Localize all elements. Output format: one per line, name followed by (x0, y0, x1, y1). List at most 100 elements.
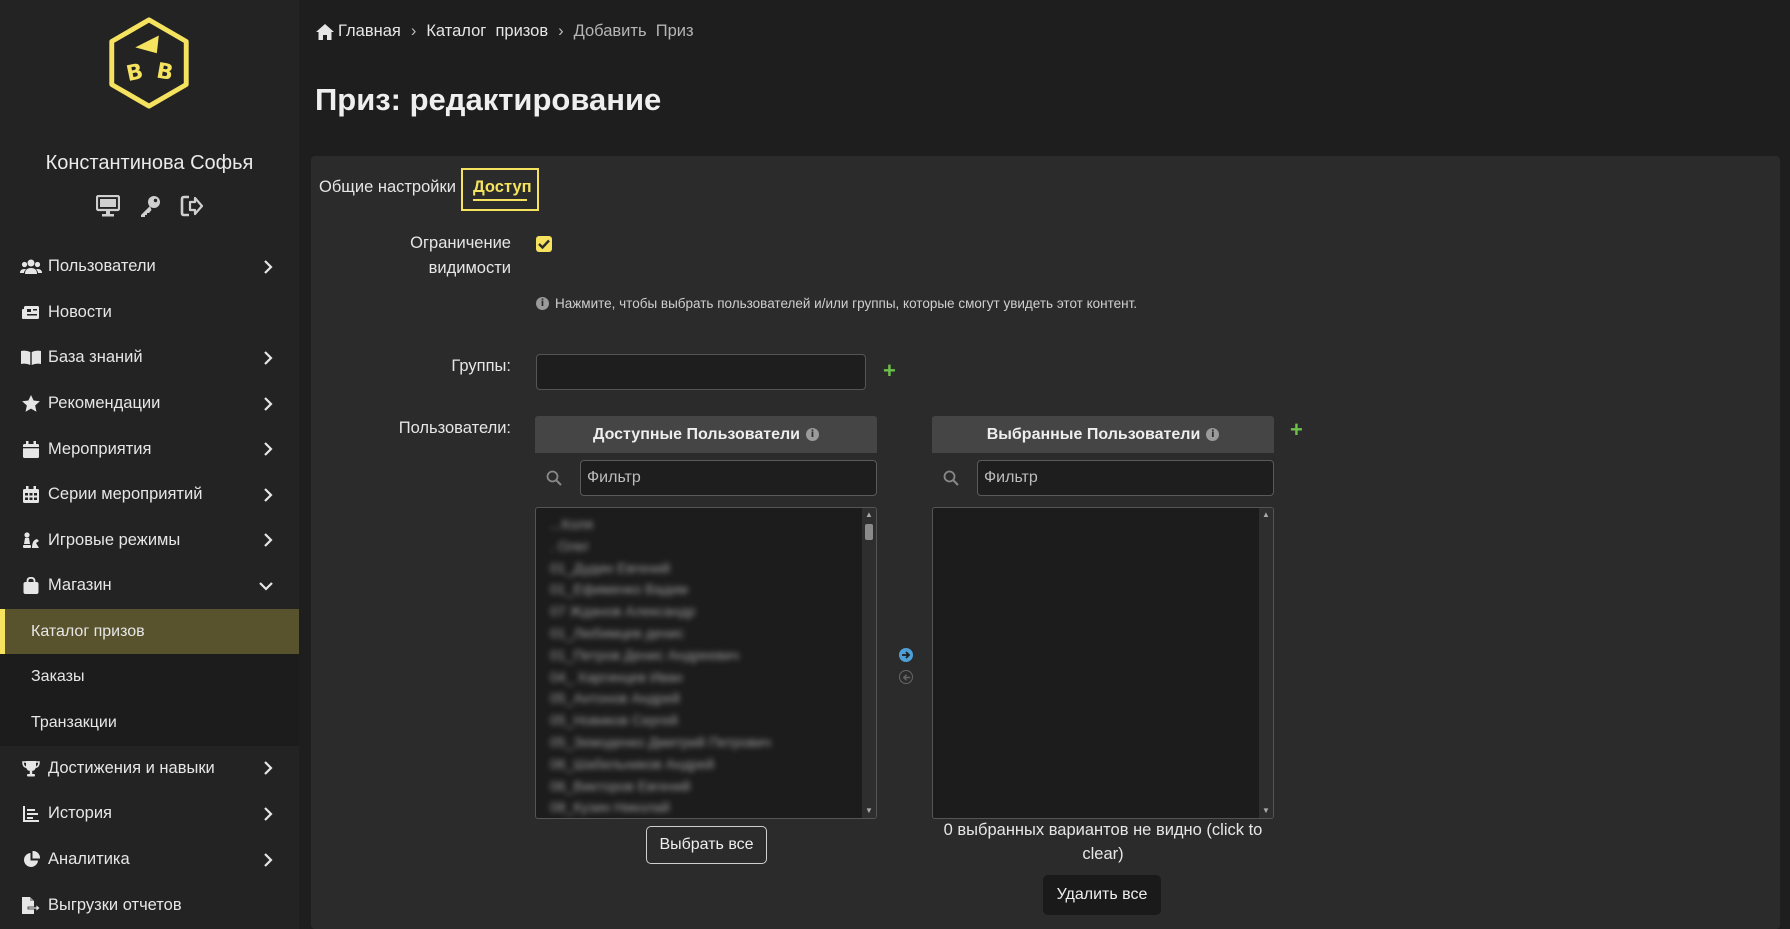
hidden-selection-info[interactable]: 0 выбранных вариантов не видно (click to… (932, 818, 1274, 866)
calendar-grid-icon (20, 486, 42, 504)
shopping-bag-icon (20, 577, 42, 595)
available-users-list[interactable]: ...Коля. Олег 01_Дудин Евгений 01_Ефименко… (535, 507, 877, 819)
nav-item-event-series[interactable]: Серии мероприятий (0, 472, 299, 518)
breadcrumb-current: Добавить Приз (573, 22, 694, 40)
list-item[interactable]: 05_Антонов Андрей (550, 688, 862, 710)
nav-item-recommendations[interactable]: Рекомендации (0, 381, 299, 427)
sidebar-item-orders[interactable]: Заказы (0, 654, 299, 700)
nav-label-analytics: Аналитика (48, 850, 130, 869)
star-icon (20, 395, 42, 413)
breadcrumb-separator: › (558, 22, 564, 40)
available-filter-input[interactable] (580, 460, 877, 496)
svg-text:B: B (155, 58, 176, 85)
chevron-right-icon (263, 260, 273, 274)
nav-label-history: История (48, 804, 112, 823)
nav-label-achievements: Достижения и навыки (48, 758, 215, 777)
nav-item-users[interactable]: Пользователи (0, 244, 299, 290)
selected-users-list[interactable]: ▲ ▼ (932, 507, 1274, 819)
nav-label-event-series: Серии мероприятий (48, 485, 203, 504)
move-left-icon[interactable] (899, 670, 913, 684)
groups-input[interactable] (536, 354, 866, 390)
list-item[interactable]: 01_Ефименко Вадим (550, 579, 862, 601)
scroll-up-icon[interactable]: ▲ (862, 508, 876, 522)
breadcrumb-catalog[interactable]: Каталог призов (426, 22, 548, 41)
user-actions (0, 193, 299, 219)
move-right-icon[interactable] (899, 648, 913, 662)
sidebar-item-prize-catalog[interactable]: Каталог призов (0, 608, 299, 655)
add-group-plus-icon[interactable]: + (883, 360, 896, 382)
visibility-checkbox[interactable] (536, 236, 552, 252)
nav-item-news[interactable]: Новости (0, 290, 299, 336)
list-item[interactable]: 01_Любимцев денис (550, 623, 862, 645)
list-item[interactable]: 06_Шабельников Андрей (550, 754, 862, 776)
chevron-right-icon (263, 807, 273, 821)
select-all-button[interactable]: Выбрать все (646, 826, 767, 864)
breadcrumb-home[interactable]: Главная (338, 22, 401, 41)
nav-label-users: Пользователи (48, 257, 156, 276)
users-icon (20, 258, 42, 276)
list-item[interactable]: . Олег (550, 536, 862, 558)
sidebar-item-transactions[interactable]: Транзакции (0, 700, 299, 746)
book-icon (20, 349, 42, 367)
visibility-label: Ограничение видимости (311, 231, 511, 281)
nav-label-prize-catalog: Каталог призов (31, 622, 145, 640)
selected-filter-input[interactable] (977, 460, 1274, 496)
chart-line-icon (20, 805, 42, 823)
list-item[interactable]: 05_Новиков Сергей (550, 710, 862, 732)
list-item[interactable]: 06_Викторов Евгений (550, 776, 862, 798)
nav-item-analytics[interactable]: Аналитика (0, 837, 299, 883)
monitor-icon[interactable] (95, 193, 121, 219)
chevron-right-icon (263, 396, 273, 411)
list-item[interactable]: 04_ Харгинцев Иван (550, 667, 862, 689)
edit-panel: Общие настройки Доступ Ограничение видим… (311, 156, 1780, 929)
nav-label-orders: Заказы (31, 668, 85, 686)
scroll-up-icon[interactable]: ▲ (1259, 508, 1273, 522)
users-label: Пользователи: (398, 419, 511, 437)
chess-icon (20, 531, 42, 549)
list-item[interactable]: 07 Жданов Александр (550, 601, 862, 623)
scrollbar[interactable]: ▲ ▼ (1259, 508, 1273, 818)
nav-item-game-modes[interactable]: Игровые режимы (0, 518, 299, 564)
pie-chart-icon (20, 851, 42, 869)
tab-access[interactable]: Доступ (460, 168, 539, 211)
check-icon (538, 239, 550, 249)
nav-item-history[interactable]: История (0, 791, 299, 837)
scroll-down-icon[interactable]: ▼ (862, 804, 876, 818)
nav-item-knowledge[interactable]: База знаний (0, 335, 299, 381)
logout-icon[interactable] (179, 193, 205, 219)
list-item[interactable]: 01_Дудин Евгений (550, 558, 862, 580)
chevron-right-icon (263, 487, 273, 502)
breadcrumb: Главная › Каталог призов › Добавить Приз (315, 22, 694, 41)
nav-label-recommendations: Рекомендации (48, 394, 161, 413)
home-icon[interactable] (315, 23, 335, 41)
scrollbar[interactable]: ▲ ▼ (862, 508, 876, 818)
tabs: Общие настройки Доступ (319, 168, 539, 211)
nav-item-events[interactable]: Мероприятия (0, 426, 299, 472)
info-icon: i (1206, 428, 1220, 441)
newspaper-icon (20, 303, 42, 321)
list-item[interactable]: 05_Земоденко Дмитрий Петрович (550, 732, 862, 754)
nav-label-news: Новости (48, 302, 112, 321)
key-icon[interactable] (137, 193, 163, 219)
info-icon: i (805, 428, 819, 441)
scroll-down-icon[interactable]: ▼ (1259, 804, 1273, 818)
search-icon (546, 470, 566, 486)
breadcrumb-separator: › (410, 22, 417, 40)
delete-all-button[interactable]: Удалить все (1043, 875, 1161, 915)
add-user-plus-icon[interactable]: + (1290, 419, 1303, 441)
list-item[interactable]: 08_Кузин Николай (550, 797, 862, 818)
page-title: Приз: редактирование (315, 82, 662, 117)
available-users-title: Доступные Пользователи (593, 425, 800, 443)
available-filter (546, 460, 877, 496)
nav-label-knowledge: База знаний (48, 348, 143, 367)
selected-filter (943, 460, 1274, 496)
sidebar-nav: Пользователи Новости База знаний Рекомен… (0, 244, 299, 928)
chevron-right-icon (263, 761, 273, 776)
list-item[interactable]: 01_Петров Денис Андреевич (550, 645, 862, 667)
nav-item-shop[interactable]: Магазин (0, 563, 299, 609)
scroll-thumb[interactable] (865, 524, 873, 540)
nav-item-achievements[interactable]: Достижения и навыки (0, 746, 299, 792)
tab-general-settings[interactable]: Общие настройки (319, 168, 456, 197)
list-item[interactable]: ...Коля (550, 514, 862, 536)
nav-item-reports[interactable]: Выгрузки отчетов (0, 882, 299, 928)
